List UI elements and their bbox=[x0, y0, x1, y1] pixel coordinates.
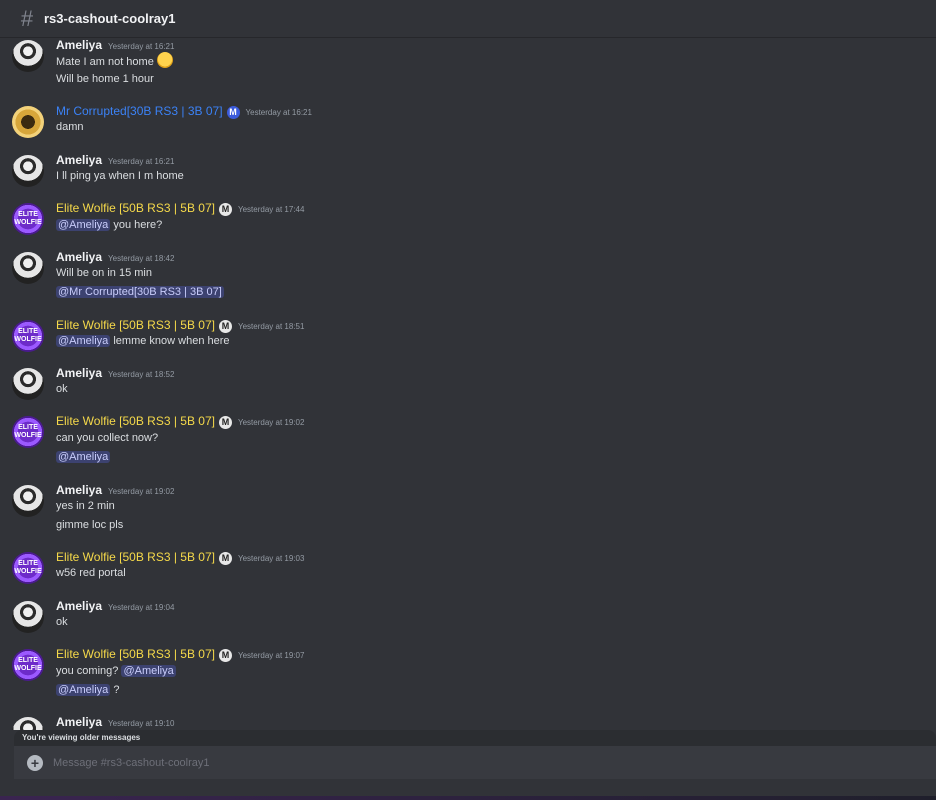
avatar-text: ELITE WOLFIE bbox=[14, 560, 42, 575]
timestamp: Yesterday at 19:02 bbox=[108, 487, 175, 496]
avatar[interactable]: ELITE WOLFIE bbox=[12, 203, 44, 235]
avatar[interactable]: ELITE WOLFIE bbox=[12, 320, 44, 352]
role-badge-icon: M bbox=[226, 106, 240, 119]
channel-title: rs3-cashout-coolray1 bbox=[44, 11, 176, 26]
user-mention[interactable]: @Mr Corrupted[30B RS3 | 3B 07] bbox=[56, 286, 224, 298]
timestamp: Yesterday at 16:21 bbox=[245, 108, 312, 117]
message-header: Ameliya Yesterday at 19:04 bbox=[56, 599, 174, 617]
message-text: gimme loc pls bbox=[56, 519, 124, 531]
avatar-text: ELITE WOLFIE bbox=[14, 657, 42, 672]
author-name[interactable]: Elite Wolfie [50B RS3 | 5B 07] bbox=[56, 318, 215, 332]
avatar[interactable]: ELITE WOLFIE bbox=[12, 416, 44, 448]
avatar[interactable]: ELITE WOLFIE bbox=[12, 552, 44, 584]
message-text: ok bbox=[56, 383, 68, 395]
channel-header: # rs3-cashout-coolray1 bbox=[0, 0, 936, 38]
author-name[interactable]: Ameliya bbox=[56, 250, 102, 264]
author-name[interactable]: Elite Wolfie [50B RS3 | 5B 07] bbox=[56, 550, 215, 564]
user-mention[interactable]: @Ameliya bbox=[56, 451, 111, 463]
timestamp: Yesterday at 19:10 bbox=[108, 719, 175, 728]
author-name[interactable]: Mr Corrupted[30B RS3 | 3B 07] bbox=[56, 104, 223, 118]
avatar[interactable]: ELITE WOLFIE bbox=[12, 649, 44, 681]
avatar[interactable] bbox=[12, 485, 44, 517]
avatar-text: ELITE WOLFIE bbox=[14, 328, 42, 343]
user-mention[interactable]: @Ameliya bbox=[56, 684, 111, 696]
author-name[interactable]: Ameliya bbox=[56, 483, 102, 497]
role-badge-icon: M bbox=[218, 320, 232, 333]
message-text: Will be on in 15 min bbox=[56, 267, 152, 279]
timestamp: Yesterday at 19:04 bbox=[108, 603, 175, 612]
older-messages-notice[interactable]: You're viewing older messages bbox=[14, 730, 936, 746]
message-text: can you collect now? bbox=[56, 432, 159, 444]
author-name[interactable]: Elite Wolfie [50B RS3 | 5B 07] bbox=[56, 414, 215, 428]
role-badge-icon: M bbox=[218, 203, 232, 216]
timestamp: Yesterday at 18:42 bbox=[108, 254, 175, 263]
avatar[interactable] bbox=[12, 717, 44, 730]
message-text: @Mr Corrupted[30B RS3 | 3B 07] bbox=[56, 284, 224, 300]
author-name[interactable]: Elite Wolfie [50B RS3 | 5B 07] bbox=[56, 647, 215, 661]
role-badge-icon: M bbox=[218, 552, 232, 565]
avatar-text: ELITE WOLFIE bbox=[14, 424, 42, 439]
timestamp: Yesterday at 17:44 bbox=[237, 205, 305, 214]
timestamp: Yesterday at 19:03 bbox=[237, 554, 305, 563]
message-text: @Ameliya lemme know when here bbox=[56, 335, 230, 347]
avatar[interactable] bbox=[12, 106, 44, 138]
message-header: Ameliya Yesterday at 18:52 bbox=[56, 366, 174, 384]
message-text: damn bbox=[56, 121, 84, 133]
message-input[interactable]: Message #rs3-cashout-coolray1 bbox=[53, 757, 210, 769]
user-mention[interactable]: @Ameliya bbox=[56, 219, 111, 231]
author-name[interactable]: Ameliya bbox=[56, 38, 102, 52]
hash-icon: # bbox=[20, 5, 34, 31]
message-text: @Ameliya ? bbox=[56, 684, 120, 696]
user-mention[interactable]: @Ameliya bbox=[121, 665, 176, 677]
author-name[interactable]: Ameliya bbox=[56, 715, 102, 729]
weary-face-icon bbox=[156, 52, 173, 68]
avatar[interactable] bbox=[12, 155, 44, 187]
message-text: @Ameliya you here? bbox=[56, 219, 163, 231]
message-header: Ameliya Yesterday at 19:10 bbox=[56, 715, 174, 730]
timestamp: Yesterday at 19:02 bbox=[237, 418, 305, 427]
message-composer[interactable]: + Message #rs3-cashout-coolray1 bbox=[14, 746, 936, 779]
window-bottom-border bbox=[0, 796, 936, 800]
message-text: w56 red portal bbox=[56, 567, 126, 579]
role-badge-icon: M bbox=[218, 649, 232, 662]
role-badge-icon: M bbox=[218, 416, 232, 429]
plus-circle-icon[interactable]: + bbox=[27, 754, 43, 771]
timestamp: Yesterday at 18:51 bbox=[237, 322, 305, 331]
message-text: Will be home 1 hour bbox=[56, 73, 154, 85]
message-text: ok bbox=[56, 616, 68, 628]
author-name[interactable]: Elite Wolfie [50B RS3 | 5B 07] bbox=[56, 201, 215, 215]
message-header: Mr Corrupted[30B RS3 | 3B 07] M Yesterda… bbox=[56, 104, 312, 122]
timestamp: Yesterday at 18:52 bbox=[108, 370, 175, 379]
timestamp: Yesterday at 16:21 bbox=[108, 42, 175, 51]
message-text: yes in 2 min bbox=[56, 500, 115, 512]
timestamp: Yesterday at 16:21 bbox=[108, 157, 175, 166]
author-name[interactable]: Ameliya bbox=[56, 153, 102, 167]
avatar[interactable] bbox=[12, 252, 44, 284]
message-text: @Ameliya bbox=[56, 449, 111, 465]
avatar[interactable] bbox=[12, 601, 44, 633]
user-mention[interactable]: @Ameliya bbox=[56, 335, 111, 347]
avatar-text: ELITE WOLFIE bbox=[14, 211, 42, 226]
message-text: Mate I am not home bbox=[56, 52, 173, 70]
author-name[interactable]: Ameliya bbox=[56, 599, 102, 613]
avatar[interactable] bbox=[12, 40, 44, 72]
message-text: you coming? @Ameliya bbox=[56, 665, 176, 677]
avatar[interactable] bbox=[12, 368, 44, 400]
author-name[interactable]: Ameliya bbox=[56, 366, 102, 380]
message-text: I ll ping ya when I m home bbox=[56, 170, 184, 182]
timestamp: Yesterday at 19:07 bbox=[237, 651, 305, 660]
message-list[interactable]: Ameliya Yesterday at 16:21 Mate I am not… bbox=[0, 38, 936, 730]
